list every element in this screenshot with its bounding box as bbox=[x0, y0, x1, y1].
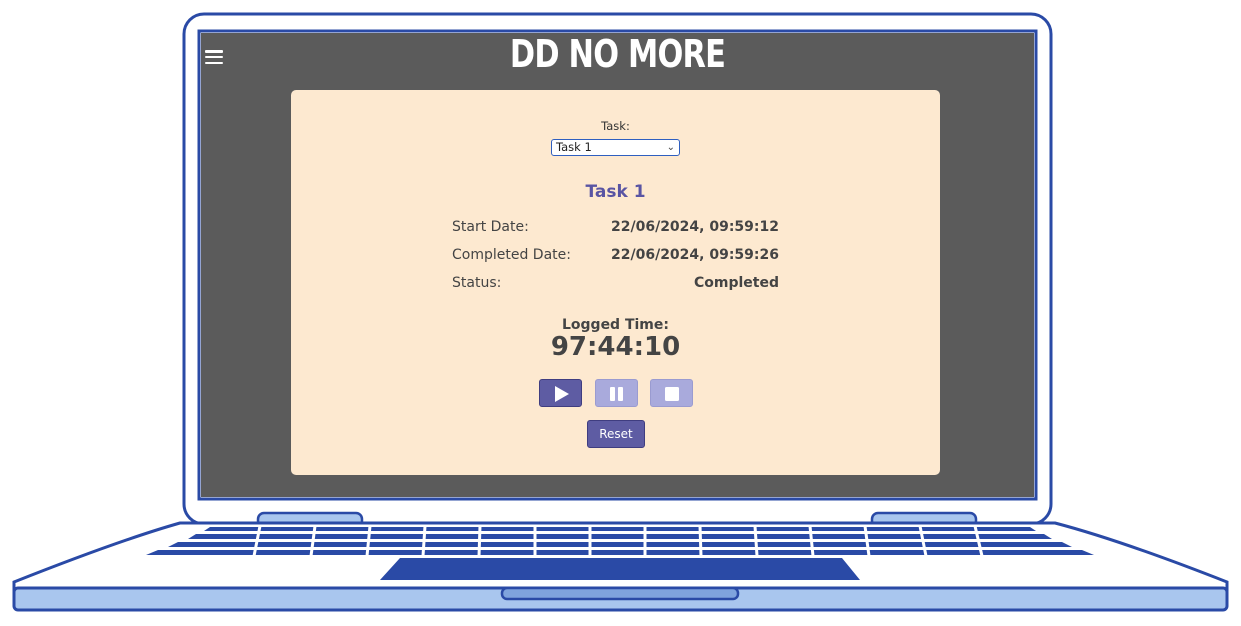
pause-button[interactable] bbox=[595, 379, 638, 407]
detail-value: 22/06/2024, 09:59:12 bbox=[611, 219, 779, 235]
chevron-down-icon: ⌄ bbox=[666, 142, 675, 153]
task-heading: Task 1 bbox=[585, 182, 646, 202]
reset-button[interactable]: Reset bbox=[587, 420, 645, 448]
app-screen: DD NO MORE Task: Task 1 ⌄ Task 1 Start D… bbox=[201, 32, 1034, 497]
stop-icon bbox=[665, 387, 679, 401]
logged-time-label: Logged Time: bbox=[561, 317, 669, 333]
stop-button[interactable] bbox=[650, 379, 693, 407]
logged-time-value: 97:44:10 bbox=[550, 332, 681, 362]
detail-value: 22/06/2024, 09:59:26 bbox=[611, 247, 779, 263]
play-button[interactable] bbox=[539, 379, 582, 407]
task-select-value: Task 1 bbox=[556, 140, 592, 154]
detail-label: Start Date: bbox=[452, 219, 529, 235]
detail-label: Status: bbox=[452, 275, 502, 291]
hamburger-menu-icon[interactable] bbox=[205, 50, 223, 65]
pause-icon bbox=[610, 387, 623, 401]
play-icon bbox=[555, 386, 569, 402]
app-title: DD NO MORE bbox=[509, 32, 726, 76]
task-card: Task: Task 1 ⌄ Task 1 Start Date: 22/06/… bbox=[291, 90, 940, 475]
task-select-label: Task: bbox=[601, 119, 630, 133]
detail-label: Completed Date: bbox=[452, 247, 571, 263]
task-select[interactable]: Task 1 ⌄ bbox=[551, 139, 680, 156]
status-value: Completed bbox=[693, 275, 779, 291]
